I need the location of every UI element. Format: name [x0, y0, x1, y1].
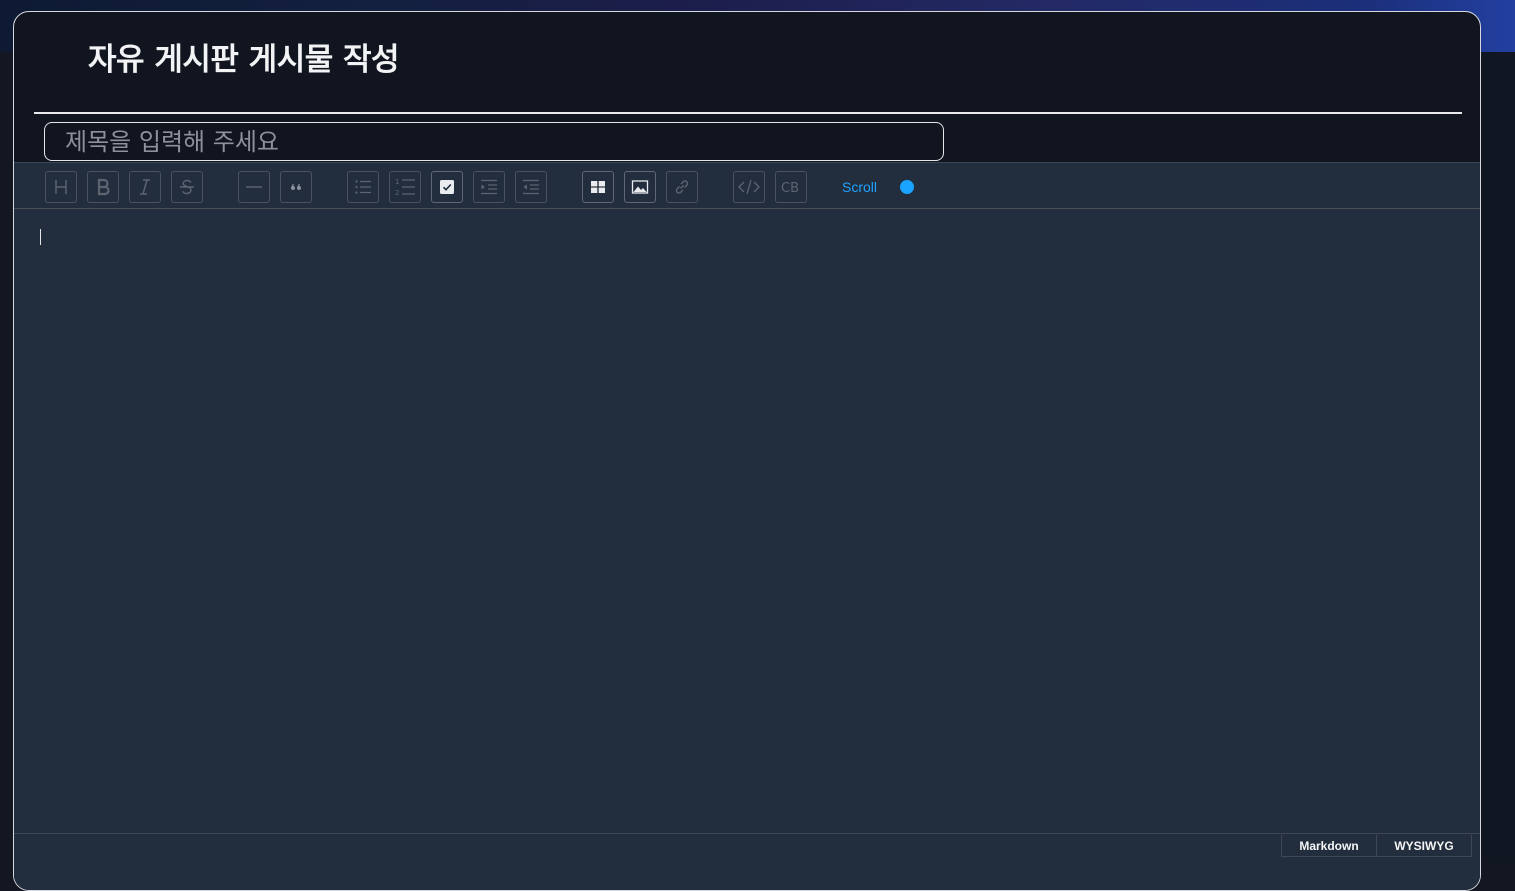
- indent-icon: [481, 179, 497, 195]
- editor-content-area[interactable]: [14, 209, 1480, 833]
- bullet-list-icon: [355, 180, 371, 194]
- strike-button[interactable]: [171, 171, 203, 203]
- code-block-button[interactable]: CB: [775, 171, 807, 203]
- title-divider: [34, 112, 1462, 114]
- outdent-button[interactable]: [515, 171, 547, 203]
- code-button[interactable]: [733, 171, 765, 203]
- checkbox-icon: [440, 180, 454, 194]
- code-block-icon: CB: [781, 181, 799, 196]
- strike-icon: [180, 179, 194, 195]
- italic-button[interactable]: [129, 171, 161, 203]
- indent-button[interactable]: [473, 171, 505, 203]
- ordered-list-icon: 1 2: [395, 178, 415, 197]
- wysiwyg-mode-tab[interactable]: WYSIWYG: [1376, 835, 1472, 857]
- bullet-list-button[interactable]: [347, 171, 379, 203]
- scroll-sync-label: Scroll: [842, 179, 878, 195]
- link-icon: [675, 180, 689, 194]
- heading-button[interactable]: [45, 171, 77, 203]
- image-button[interactable]: [624, 171, 656, 203]
- page-backdrop-side: [1482, 52, 1515, 858]
- italic-icon: [140, 179, 150, 195]
- svg-text:2: 2: [395, 189, 399, 197]
- svg-text:CB: CB: [781, 181, 799, 196]
- scroll-sync-toggle[interactable]: [900, 180, 914, 194]
- post-compose-panel: 자유 게시판 게시물 작성 제목을 입력해 주세요 1 2 CB Scroll …: [13, 11, 1481, 891]
- markdown-mode-tab[interactable]: Markdown: [1281, 835, 1377, 857]
- svg-text:1: 1: [395, 178, 399, 186]
- mode-switch-bar: Markdown WYSIWYG: [14, 833, 1480, 890]
- bold-button[interactable]: [87, 171, 119, 203]
- quote-icon: [290, 183, 301, 190]
- bold-icon: [97, 178, 110, 196]
- page-title: 자유 게시판 게시물 작성: [88, 42, 400, 78]
- image-icon: [631, 180, 649, 194]
- outdent-icon: [523, 179, 539, 195]
- hr-icon: [246, 186, 262, 188]
- editor-toolbar: 1 2 CB Scroll: [14, 163, 1480, 209]
- post-title-input[interactable]: [44, 122, 944, 161]
- heading-icon: [55, 180, 67, 194]
- code-icon: [738, 179, 760, 195]
- task-list-button[interactable]: [431, 171, 463, 203]
- link-button[interactable]: [666, 171, 698, 203]
- table-icon: [591, 181, 605, 193]
- quote-button[interactable]: [280, 171, 312, 203]
- horizontal-line-button[interactable]: [238, 171, 270, 203]
- markdown-editor: 1 2 CB Scroll Markdown WYSIWYG: [14, 162, 1480, 890]
- table-button[interactable]: [582, 171, 614, 203]
- ordered-list-button[interactable]: 1 2: [389, 171, 421, 203]
